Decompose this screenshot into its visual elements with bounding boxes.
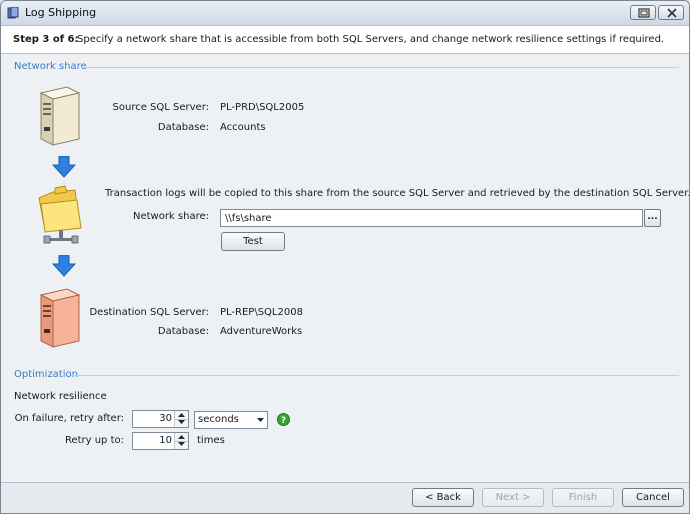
source-database-label: Database: [157, 122, 209, 133]
source-server-label: Source SQL Server: [112, 102, 209, 113]
restore-button[interactable] [630, 5, 656, 20]
source-server-value: PL-PRD\SQL2005 [220, 102, 305, 113]
retry-after-value: 30 [159, 413, 172, 424]
shared-folder-icon [38, 185, 82, 244]
step-number: Step 3 of 6: [13, 34, 79, 45]
destination-database-value: AdventureWorks [220, 326, 303, 337]
back-button[interactable]: < Back [412, 488, 474, 507]
retry-unit-select[interactable]: seconds [194, 411, 268, 429]
decrement-button[interactable] [175, 441, 188, 449]
destination-database-label: Database: [157, 326, 209, 337]
stepper-arrows [174, 411, 188, 427]
retry-after-label: On failure, retry after: [14, 413, 124, 424]
chevron-up-icon [178, 413, 185, 417]
share-description: Transaction logs will be copied to this … [105, 188, 690, 199]
wizard-content: Network share Source SQL Server: PL-PRD\… [1, 54, 689, 482]
retry-count-stepper[interactable]: 10 [132, 432, 189, 450]
source-database-value: Accounts [220, 122, 266, 133]
retry-count-unit: times [197, 435, 225, 446]
network-share-label: Network share: [132, 211, 209, 222]
next-button[interactable]: Next > [482, 488, 544, 507]
app-icon [7, 7, 19, 19]
restore-icon [638, 8, 650, 18]
retry-after-stepper[interactable]: 30 [132, 410, 189, 428]
close-button[interactable] [658, 5, 684, 20]
test-button[interactable]: Test [221, 232, 285, 251]
down-arrow-icon [52, 255, 76, 277]
destination-server-value: PL-REP\SQL2008 [220, 307, 303, 318]
log-shipping-window: Log Shipping Step 3 of 6: Specify a netw… [0, 0, 690, 514]
optimization-section-title: Optimization [14, 369, 78, 380]
title-bar[interactable]: Log Shipping [1, 1, 689, 26]
stepper-arrows [174, 433, 188, 449]
destination-server-label: Destination SQL Server: [89, 307, 209, 318]
network-resilience-heading: Network resilience [14, 391, 107, 402]
svg-text:?: ? [281, 416, 286, 426]
destination-server-icon [39, 288, 81, 348]
chevron-down-icon [257, 418, 264, 422]
source-server-icon [39, 86, 81, 146]
network-share-input[interactable] [220, 209, 643, 227]
chevron-down-icon [178, 442, 185, 446]
help-icon[interactable]: ? [277, 413, 290, 426]
browse-share-button[interactable]: ... [644, 209, 661, 227]
wizard-footer: < Back Next > Finish Cancel [1, 483, 689, 513]
close-icon [667, 8, 677, 18]
decrement-button[interactable] [175, 419, 188, 427]
section-divider [71, 375, 679, 376]
down-arrow-icon [52, 156, 76, 178]
step-header: Step 3 of 6: Specify a network share tha… [1, 26, 689, 54]
cancel-button[interactable]: Cancel [622, 488, 684, 507]
network-share-section-title: Network share [14, 61, 87, 72]
retry-unit-value: seconds [198, 414, 239, 425]
finish-button[interactable]: Finish [552, 488, 614, 507]
step-description: Specify a network share that is accessib… [77, 34, 665, 45]
section-divider [81, 67, 679, 68]
chevron-up-icon [178, 435, 185, 439]
chevron-down-icon [178, 420, 185, 424]
retry-count-value: 10 [159, 435, 172, 446]
retry-up-to-label: Retry up to: [64, 435, 124, 446]
window-title: Log Shipping [25, 6, 97, 19]
